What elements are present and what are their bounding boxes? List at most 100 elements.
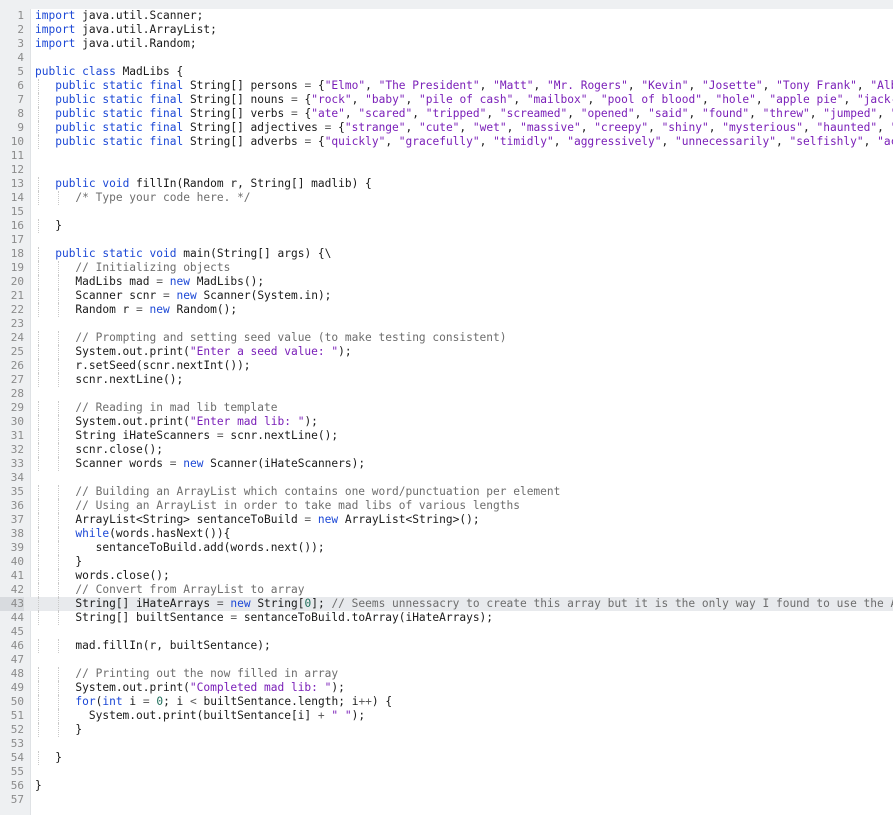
code-text: while(words.hasNext()){ xyxy=(35,527,230,541)
code-token: MadLibs(); xyxy=(189,275,265,288)
code-line[interactable]: 24 // Prompting and setting seed value (… xyxy=(0,331,893,345)
code-line[interactable]: 45 xyxy=(0,625,893,639)
code-token: { xyxy=(297,107,312,120)
line-number: 46 xyxy=(10,639,24,652)
line-number: 11 xyxy=(10,149,24,162)
code-token: String iHateScanners xyxy=(35,429,217,442)
code-line[interactable]: 57 xyxy=(0,793,893,807)
code-line[interactable]: 9 public static final String[] adjective… xyxy=(0,121,893,135)
code-token: , xyxy=(385,135,399,148)
line-number: 31 xyxy=(10,429,24,442)
code-token: { xyxy=(311,135,325,148)
code-line[interactable]: 23 xyxy=(0,317,893,331)
code-token: , xyxy=(479,79,494,92)
code-line[interactable]: 8 public static final String[] verbs = {… xyxy=(0,107,893,121)
code-editor[interactable]: 1 import java.util.Scanner; 2 import java.u… xyxy=(0,9,893,815)
code-line[interactable]: 53 xyxy=(0,737,893,751)
code-line[interactable]: 51 System.out.print(builtSentance[i] + "… xyxy=(0,709,893,723)
code-line[interactable]: 44 String[] builtSentance = sentanceToBu… xyxy=(0,611,893,625)
code-line[interactable]: 13 public void fillIn(Random r, String[]… xyxy=(0,177,893,191)
code-line[interactable]: 42 // Convert from ArrayList to array xyxy=(0,583,893,597)
code-line[interactable]: 52 } xyxy=(0,723,893,737)
code-token: , xyxy=(405,121,419,134)
code-line[interactable]: 18 public static void main(String[] args… xyxy=(0,247,893,261)
code-line[interactable]: 43 String[] iHateArrays = new String[0];… xyxy=(0,597,893,611)
code-token: "Alber xyxy=(870,79,893,92)
code-token: , xyxy=(412,107,426,120)
code-line[interactable]: 33 Scanner words = new Scanner(iHateScan… xyxy=(0,457,893,471)
code-line[interactable]: 30 System.out.print("Enter mad lib: "); xyxy=(0,415,893,429)
line-number: 7 xyxy=(17,93,24,106)
code-line[interactable]: 6 public static final String[] persons =… xyxy=(0,79,893,93)
code-token: , xyxy=(877,121,891,134)
code-line[interactable]: 17 xyxy=(0,233,893,247)
code-line[interactable]: 31 String iHateScanners = scnr.nextLine(… xyxy=(0,429,893,443)
code-line[interactable]: 54 } xyxy=(0,751,893,765)
code-text: System.out.print("Enter mad lib: "); xyxy=(35,415,318,429)
code-token: // Seems unnessacry to create this array… xyxy=(331,597,893,610)
line-number: 45 xyxy=(10,625,24,638)
code-line[interactable]: 14 /* Type your code here. */ xyxy=(0,191,893,205)
code-line[interactable]: 29 // Reading in mad lib template xyxy=(0,401,893,415)
line-number: 23 xyxy=(10,317,24,330)
code-line[interactable]: 37 ArrayList<String> sentanceToBuild = n… xyxy=(0,513,893,527)
line-number: 6 xyxy=(17,79,24,92)
code-line[interactable]: 49 System.out.print("Completed mad lib: … xyxy=(0,681,893,695)
code-line[interactable]: 11 xyxy=(0,149,893,163)
code-token: , xyxy=(749,107,763,120)
line-number: 29 xyxy=(10,401,24,414)
code-line[interactable]: 2 import java.util.ArrayList; xyxy=(0,23,893,37)
code-text: } xyxy=(35,779,42,793)
line-number: 21 xyxy=(10,289,24,302)
code-line[interactable]: 46 mad.fillIn(r, builtSentance); xyxy=(0,639,893,653)
code-line[interactable]: 39 sentanceToBuild.add(words.next()); xyxy=(0,541,893,555)
code-line[interactable]: 22 Random r = new Random(); xyxy=(0,303,893,317)
code-token: } xyxy=(35,779,42,792)
code-line[interactable]: 19 // Initializing objects xyxy=(0,261,893,275)
code-line[interactable]: 12 xyxy=(0,163,893,177)
line-number: 53 xyxy=(10,737,24,750)
code-line[interactable]: 28 xyxy=(0,387,893,401)
code-token: String[ xyxy=(250,597,305,610)
code-line[interactable]: 36 // Using an ArrayList in order to tak… xyxy=(0,499,893,513)
code-text: // Using an ArrayList in order to take m… xyxy=(35,499,520,513)
code-line[interactable]: 27 scnr.nextLine(); xyxy=(0,373,893,387)
code-line[interactable]: 38 while(words.hasNext()){ xyxy=(0,527,893,541)
code-text: } xyxy=(35,555,82,569)
code-line[interactable]: 5 public class MadLibs { xyxy=(0,65,893,79)
code-line[interactable]: 47 xyxy=(0,653,893,667)
code-line[interactable]: 3 import java.util.Random; xyxy=(0,37,893,51)
line-number: 54 xyxy=(10,751,24,764)
code-token: = xyxy=(290,93,298,106)
code-line[interactable]: 50 for(int i = 0; i < builtSentance.leng… xyxy=(0,695,893,709)
code-token: "apple pie" xyxy=(769,93,844,106)
code-line[interactable]: 34 xyxy=(0,471,893,485)
code-token: scnr.close(); xyxy=(35,443,163,456)
line-number: 22 xyxy=(10,303,24,316)
code-token: "Josette" xyxy=(701,79,763,92)
code-line[interactable]: 21 Scanner scnr = new Scanner(System.in)… xyxy=(0,289,893,303)
code-line[interactable]: 20 MadLibs mad = new MadLibs(); xyxy=(0,275,893,289)
code-line[interactable]: 55 xyxy=(0,765,893,779)
code-line[interactable]: 26 r.setSeed(scnr.nextInt()); xyxy=(0,359,893,373)
code-line[interactable]: 1 import java.util.Scanner; xyxy=(0,9,893,23)
code-line[interactable]: 4 xyxy=(0,51,893,65)
code-line[interactable]: 15 xyxy=(0,205,893,219)
code-line[interactable]: 32 scnr.close(); xyxy=(0,443,893,457)
code-line[interactable]: 16 } xyxy=(0,219,893,233)
code-line[interactable]: 10 public static final String[] adverbs … xyxy=(0,135,893,149)
code-line[interactable]: 56} xyxy=(0,779,893,793)
line-number: 37 xyxy=(10,513,24,526)
code-line[interactable]: 7 public static final String[] nouns = {… xyxy=(0,93,893,107)
code-token: "Completed mad lib: " xyxy=(189,681,332,694)
code-text: import java.util.Scanner; xyxy=(35,9,203,23)
code-line[interactable]: 41 words.close(); xyxy=(0,569,893,583)
code-token: "jack-o- xyxy=(856,93,893,106)
code-line[interactable]: 40 } xyxy=(0,555,893,569)
code-token: r.setSeed(scnr.nextInt()); xyxy=(35,359,251,372)
code-line[interactable]: 25 System.out.print("Enter a seed value:… xyxy=(0,345,893,359)
code-line[interactable]: 35 // Building an ArrayList which contai… xyxy=(0,485,893,499)
code-token: < xyxy=(190,695,197,708)
code-line[interactable]: 48 // Printing out the now filled in arr… xyxy=(0,667,893,681)
